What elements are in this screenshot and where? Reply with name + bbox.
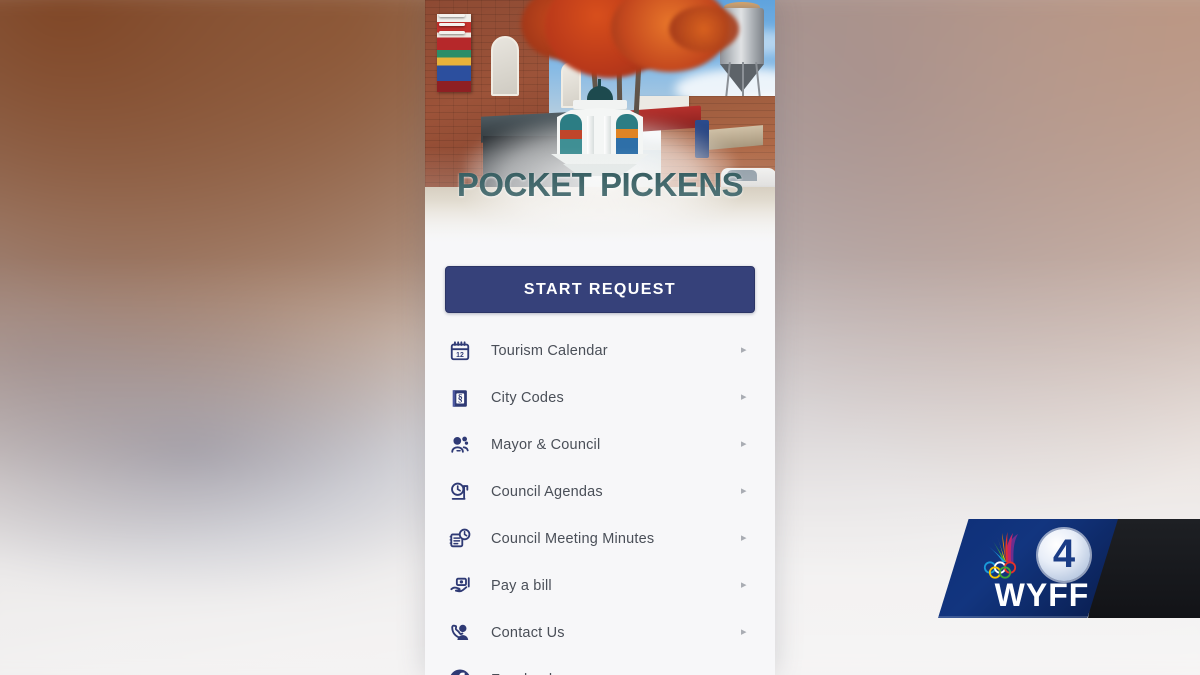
station-call-letters: WYFF	[994, 577, 1090, 613]
chevron-right-icon: ▸	[741, 626, 747, 638]
nbc-peacock-icon	[985, 532, 1027, 562]
phone-person-icon	[443, 622, 477, 644]
channel-number: 4	[1052, 531, 1076, 576]
menu-item-pay-a-bill[interactable]: Pay a bill ▸	[425, 562, 775, 609]
menu-item-council-meeting-minutes[interactable]: Council Meeting Minutes ▸	[425, 515, 775, 562]
menu-body: START REQUEST 12 Tourism Calendar ▸ § Ci…	[425, 266, 775, 675]
menu-item-label: Tourism Calendar	[491, 342, 608, 359]
start-request-button[interactable]: START REQUEST	[445, 266, 755, 313]
screenshot-root: POCKET PICKENS START REQUEST	[0, 0, 1200, 675]
clock-document-icon	[443, 481, 477, 503]
station-logo-bug: 4 WYFF	[938, 519, 1200, 618]
hero-image: POCKET PICKENS	[425, 0, 775, 243]
chevron-right-icon: ▸	[741, 391, 747, 403]
menu-item-label: Pay a bill	[491, 577, 552, 594]
menu-item-contact-us[interactable]: Contact Us ▸	[425, 609, 775, 656]
chevron-right-icon: ▸	[741, 532, 747, 544]
codes-book-icon: §	[443, 387, 477, 409]
svg-text:12: 12	[456, 351, 464, 358]
menu-list: 12 Tourism Calendar ▸ § City Codes ▸ May…	[425, 327, 775, 675]
menu-item-label: City Codes	[491, 389, 564, 406]
calendar-icon: 12	[443, 340, 477, 362]
menu-item-label: Facebook	[491, 672, 741, 675]
menu-item-label: Mayor & Council	[491, 436, 601, 453]
svg-text:§: §	[458, 393, 463, 404]
chevron-right-icon: ▸	[741, 485, 747, 497]
people-conversation-icon	[443, 434, 477, 456]
menu-item-facebook[interactable]: Facebook ▸	[425, 656, 775, 675]
facebook-icon	[443, 668, 477, 675]
channel-number-badge: 4	[1038, 529, 1090, 581]
menu-item-mayor-council[interactable]: Mayor & Council ▸	[425, 421, 775, 468]
menu-item-tourism-calendar[interactable]: 12 Tourism Calendar ▸	[425, 327, 775, 374]
chevron-right-icon: ▸	[741, 344, 747, 356]
menu-item-label: Council Agendas	[491, 483, 603, 500]
hamburger-menu-icon[interactable]	[439, 14, 465, 34]
tree-canopy	[669, 6, 739, 52]
menu-item-city-codes[interactable]: § City Codes ▸	[425, 374, 775, 421]
arched-window	[491, 36, 519, 96]
menu-item-label: Council Meeting Minutes	[491, 530, 655, 547]
menu-item-council-agendas[interactable]: Council Agendas ▸	[425, 468, 775, 515]
mobile-app-panel: POCKET PICKENS START REQUEST	[425, 0, 775, 675]
chevron-right-icon: ▸	[741, 579, 747, 591]
hero-bottom-fade	[425, 147, 775, 243]
notes-clock-icon	[443, 528, 477, 550]
hand-money-icon	[443, 575, 477, 597]
chevron-right-icon: ▸	[741, 438, 747, 450]
menu-item-label: Contact Us	[491, 624, 565, 641]
